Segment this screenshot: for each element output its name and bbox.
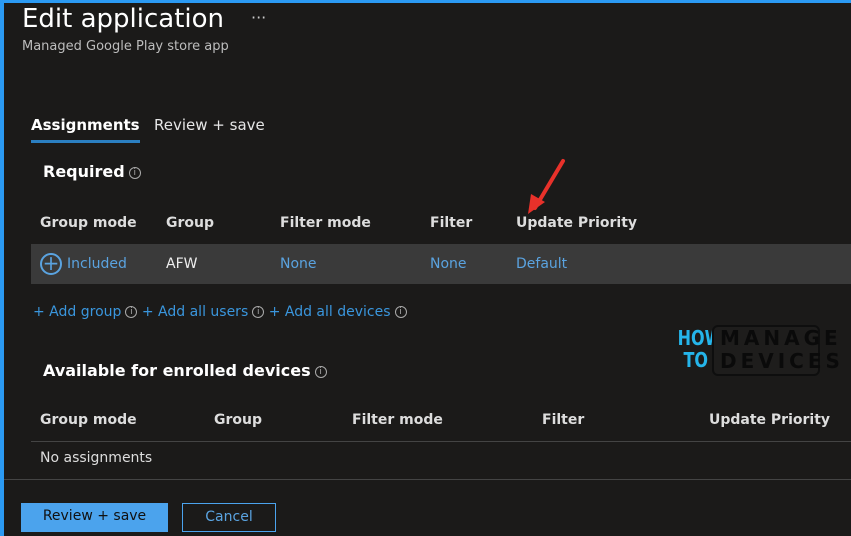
info-icon[interactable]: i (128, 166, 141, 179)
add-links: + Add group i + Add all users i + Add all … (33, 304, 407, 320)
col-filter: Filter (542, 412, 585, 428)
group-mode-value: Included (67, 256, 127, 272)
col-update-priority: Update Priority (516, 215, 638, 231)
col-group-mode: Group mode (40, 215, 137, 231)
add-all-users-link[interactable]: + Add all users (142, 304, 248, 320)
page-title: Edit application (22, 4, 225, 34)
tab-assignments[interactable]: Assignments (31, 116, 140, 143)
required-title: Required (43, 162, 125, 181)
info-icon[interactable]: i (394, 306, 407, 318)
no-assignments-text: No assignments (40, 450, 153, 466)
more-options-button[interactable]: ··· (251, 8, 266, 27)
col-update-priority: Update Priority (709, 412, 831, 428)
group-mode-cell[interactable]: + Included (40, 253, 127, 275)
add-group-link[interactable]: + Add group (33, 304, 121, 320)
page-subtitle: Managed Google Play store app (22, 39, 229, 54)
available-title: Available for enrolled devices (43, 361, 311, 380)
filter-cell[interactable]: None (430, 256, 467, 272)
col-filter-mode: Filter mode (352, 412, 443, 428)
tab-review-save[interactable]: Review + save (154, 116, 265, 134)
add-all-devices-link[interactable]: + Add all devices (269, 304, 391, 320)
divider (31, 441, 851, 442)
col-filter: Filter (430, 215, 473, 231)
cancel-button[interactable]: Cancel (182, 503, 276, 532)
col-group: Group (166, 215, 215, 231)
info-icon[interactable]: i (125, 306, 138, 318)
divider (4, 479, 851, 480)
plus-circle-icon: + (40, 253, 62, 275)
col-filter-mode: Filter mode (280, 215, 371, 231)
filter-mode-cell[interactable]: None (280, 256, 317, 272)
red-arrow-annotation (528, 159, 565, 214)
update-priority-cell[interactable]: Default (516, 256, 567, 272)
group-cell: AFW (166, 256, 198, 272)
info-icon[interactable]: i (314, 365, 327, 378)
col-group-mode: Group mode (40, 412, 137, 428)
info-icon[interactable]: i (252, 306, 265, 318)
review-save-button[interactable]: Review + save (21, 503, 168, 532)
required-section-title: Required i (43, 162, 141, 181)
available-section-title: Available for enrolled devices i (43, 361, 327, 380)
col-group: Group (214, 412, 263, 428)
